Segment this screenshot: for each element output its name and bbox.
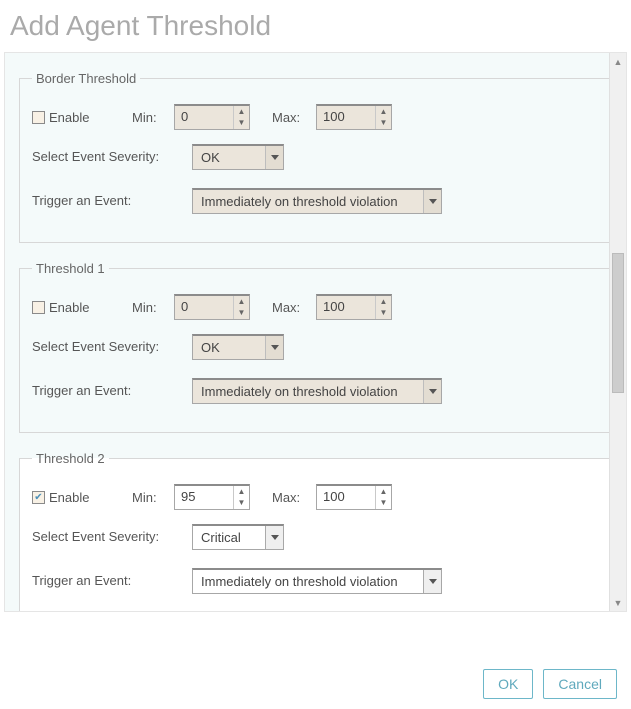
scrollbar-thumb[interactable] — [612, 253, 624, 393]
severity-value: Critical — [193, 526, 265, 549]
severity-label: Select Event Severity: — [32, 529, 182, 546]
trigger-select[interactable]: Immediately on threshold violation — [192, 188, 442, 214]
max-spinner[interactable]: ▲ ▼ — [375, 486, 391, 509]
form-panel: Border Threshold Enable Min: 0 ▲ ▼ Max: … — [4, 52, 627, 612]
enable-checkbox[interactable] — [32, 111, 45, 124]
page-title: Add Agent Threshold — [10, 10, 631, 42]
enable-label: Enable — [49, 300, 89, 315]
max-input[interactable]: 100 ▲ ▼ — [316, 484, 392, 510]
severity-select[interactable]: OK — [192, 334, 284, 360]
min-value: 0 — [175, 296, 233, 319]
chevron-up-icon[interactable]: ▲ — [376, 106, 391, 118]
trigger-select[interactable]: Immediately on threshold violation — [192, 378, 442, 404]
enable-label: Enable — [49, 110, 89, 125]
max-label: Max: — [272, 300, 306, 315]
trigger-value: Immediately on threshold violation — [193, 380, 423, 403]
chevron-up-icon[interactable]: ▲ — [234, 486, 249, 498]
dropdown-button[interactable] — [423, 380, 441, 403]
ok-button[interactable]: OK — [483, 669, 533, 699]
enable-checkbox[interactable]: ✔ — [32, 491, 45, 504]
dropdown-button[interactable] — [265, 336, 283, 359]
min-input[interactable]: 0 ▲ ▼ — [174, 294, 250, 320]
chevron-down-icon — [271, 155, 279, 160]
min-spinner[interactable]: ▲ ▼ — [233, 486, 249, 509]
chevron-down-icon — [429, 199, 437, 204]
chevron-up-icon[interactable]: ▲ — [234, 106, 249, 118]
max-value: 100 — [317, 296, 375, 319]
group-threshold-1: Threshold 1 Enable Min: 0 ▲ ▼ Max: 100 — [19, 261, 614, 433]
dialog-footer: OK Cancel — [483, 669, 617, 699]
dropdown-button[interactable] — [423, 190, 441, 213]
group-legend: Border Threshold — [32, 71, 140, 86]
trigger-label: Trigger an Event: — [32, 573, 182, 590]
min-spinner[interactable]: ▲ ▼ — [233, 106, 249, 129]
severity-select[interactable]: Critical — [192, 524, 284, 550]
min-spinner[interactable]: ▲ ▼ — [233, 296, 249, 319]
min-value: 0 — [175, 106, 233, 129]
scroll-down-icon[interactable]: ▼ — [610, 594, 626, 611]
group-legend: Threshold 1 — [32, 261, 109, 276]
scroll-up-icon[interactable]: ▲ — [610, 53, 626, 70]
chevron-up-icon[interactable]: ▲ — [234, 296, 249, 308]
trigger-label: Trigger an Event: — [32, 193, 182, 210]
chevron-down-icon[interactable]: ▼ — [376, 118, 391, 130]
max-input[interactable]: 100 ▲ ▼ — [316, 294, 392, 320]
group-border-threshold: Border Threshold Enable Min: 0 ▲ ▼ Max: … — [19, 71, 614, 243]
max-spinner[interactable]: ▲ ▼ — [375, 106, 391, 129]
cancel-button[interactable]: Cancel — [543, 669, 617, 699]
max-spinner[interactable]: ▲ ▼ — [375, 296, 391, 319]
min-label: Min: — [132, 300, 164, 315]
group-threshold-2: Threshold 2 ✔ Enable Min: 95 ▲ ▼ Max: 10… — [19, 451, 614, 612]
enable-checkbox[interactable] — [32, 301, 45, 314]
max-label: Max: — [272, 110, 306, 125]
severity-select[interactable]: OK — [192, 144, 284, 170]
chevron-down-icon[interactable]: ▼ — [234, 118, 249, 130]
scrollbar[interactable]: ▲ ▼ — [609, 53, 626, 611]
trigger-select[interactable]: Immediately on threshold violation — [192, 568, 442, 594]
dropdown-button[interactable] — [423, 570, 441, 593]
chevron-down-icon — [271, 345, 279, 350]
dropdown-button[interactable] — [265, 526, 283, 549]
chevron-down-icon — [429, 389, 437, 394]
trigger-value: Immediately on threshold violation — [193, 570, 423, 593]
severity-label: Select Event Severity: — [32, 339, 182, 356]
chevron-down-icon[interactable]: ▼ — [376, 308, 391, 320]
severity-label: Select Event Severity: — [32, 149, 182, 166]
enable-label: Enable — [49, 490, 89, 505]
dropdown-button[interactable] — [265, 146, 283, 169]
severity-value: OK — [193, 146, 265, 169]
chevron-down-icon[interactable]: ▼ — [234, 308, 249, 320]
max-input[interactable]: 100 ▲ ▼ — [316, 104, 392, 130]
max-value: 100 — [317, 486, 375, 509]
severity-value: OK — [193, 336, 265, 359]
group-legend: Threshold 2 — [32, 451, 109, 466]
chevron-up-icon[interactable]: ▲ — [376, 296, 391, 308]
max-label: Max: — [272, 490, 306, 505]
chevron-down-icon[interactable]: ▼ — [234, 498, 249, 510]
min-label: Min: — [132, 490, 164, 505]
min-input[interactable]: 0 ▲ ▼ — [174, 104, 250, 130]
max-value: 100 — [317, 106, 375, 129]
min-value: 95 — [175, 486, 233, 509]
chevron-down-icon — [271, 535, 279, 540]
min-input[interactable]: 95 ▲ ▼ — [174, 484, 250, 510]
trigger-value: Immediately on threshold violation — [193, 190, 423, 213]
min-label: Min: — [132, 110, 164, 125]
chevron-down-icon — [429, 579, 437, 584]
trigger-label: Trigger an Event: — [32, 383, 182, 400]
chevron-down-icon[interactable]: ▼ — [376, 498, 391, 510]
chevron-up-icon[interactable]: ▲ — [376, 486, 391, 498]
